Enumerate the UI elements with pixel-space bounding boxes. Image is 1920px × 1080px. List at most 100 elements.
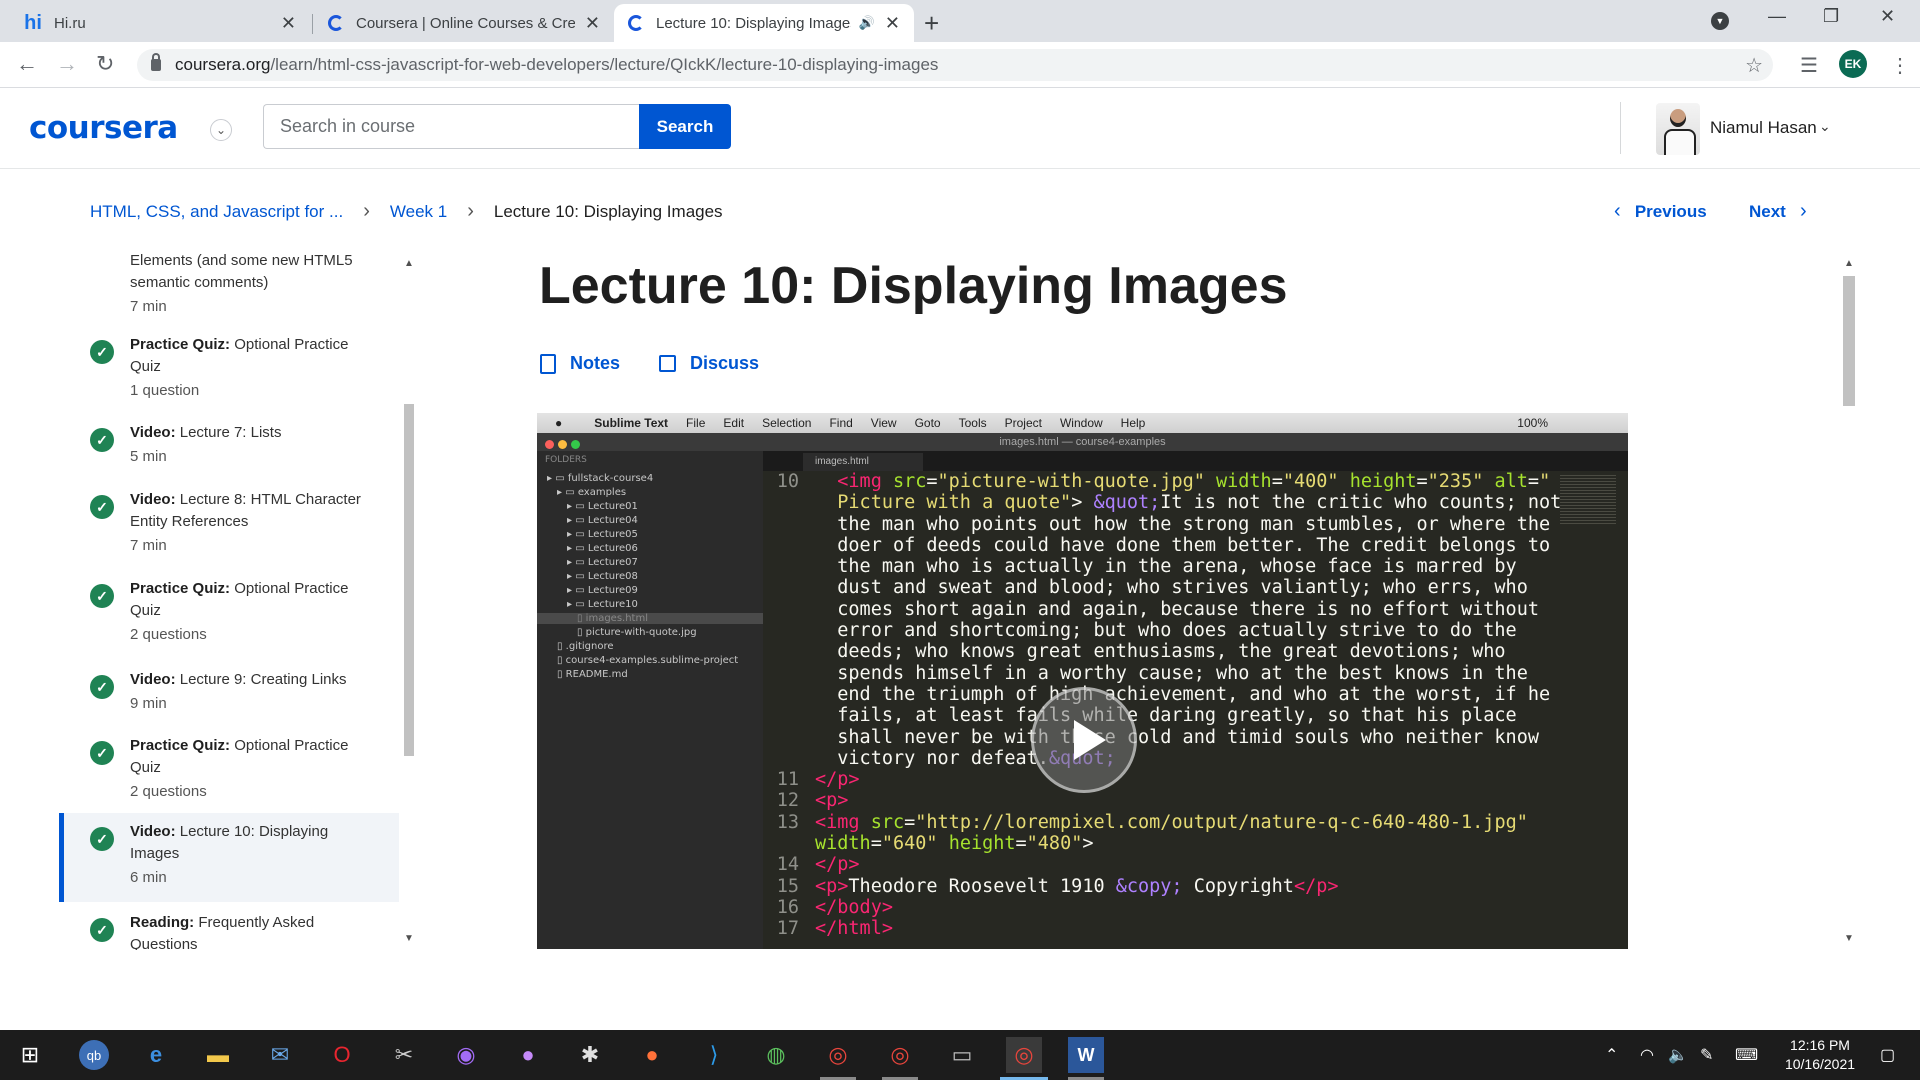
scrollbar-thumb[interactable] — [1843, 276, 1855, 406]
chrome-profile-icon[interactable]: ◎ — [882, 1037, 918, 1080]
pinwheel-app-icon[interactable]: ✱ — [572, 1037, 608, 1073]
close-icon[interactable]: ✕ — [885, 13, 900, 34]
discuss-label: Discuss — [690, 353, 760, 373]
vscode-icon[interactable]: ⟩ — [696, 1037, 732, 1073]
chevron-down-icon[interactable]: ⌄ — [1819, 118, 1831, 135]
sidebar-item[interactable]: ✓ Video: Lecture 8: HTML Character Entit… — [59, 487, 399, 563]
reload-icon[interactable]: ↻ — [96, 51, 114, 77]
tab-search-icon[interactable]: ▼ — [1711, 12, 1729, 30]
globe-app-icon[interactable]: ◍ — [758, 1037, 794, 1073]
tray-chevron-up-icon[interactable]: ⌃ — [1605, 1045, 1618, 1065]
sidebar-item[interactable]: ✓ Video: Lecture 7: Lists 5 min — [59, 420, 399, 474]
chrome-icon[interactable]: ◎ — [820, 1037, 856, 1080]
scrollbar-thumb[interactable] — [404, 404, 414, 756]
tree-folder: ▸ ▭ Lecture09 — [567, 585, 638, 596]
app-qb-icon[interactable]: qb — [76, 1037, 112, 1073]
pen-icon[interactable]: ✎ — [1700, 1045, 1713, 1065]
code-line: comes short again and again, because the… — [763, 599, 1628, 620]
discuss-button[interactable]: Discuss — [659, 353, 759, 374]
breadcrumb-week[interactable]: Week 1 — [390, 202, 447, 222]
taskbar-clock[interactable]: 12:16 PM 10/16/2021 — [1770, 1036, 1870, 1074]
new-tab-icon[interactable]: + — [924, 8, 939, 39]
scroll-down-icon[interactable]: ▼ — [1840, 933, 1858, 944]
previous-label: Previous — [1634, 201, 1707, 221]
browser-tab-coursera[interactable]: Coursera | Online Courses & Credentials … — [314, 4, 614, 42]
sidebar-item[interactable]: ✓ Practice Quiz: Optional Practice Quiz … — [59, 576, 399, 652]
address-bar[interactable]: coursera.org/learn/html-css-javascript-f… — [137, 49, 1773, 81]
back-icon[interactable]: ← — [16, 51, 38, 77]
snipping-tool-icon[interactable]: ✂ — [386, 1037, 422, 1073]
sidebar-item-type: Reading: — [130, 914, 195, 931]
chevron-right-icon: › — [467, 200, 474, 222]
coursera-icon — [628, 15, 644, 31]
sidebar-item[interactable]: Elements (and some new HTML5 semantic co… — [59, 250, 399, 320]
previous-button[interactable]: ‹ Previous — [1614, 200, 1707, 223]
browser-tab-lecture[interactable]: Lecture 10: Displaying Images 🔊 ✕ — [614, 4, 914, 42]
wifi-icon[interactable]: ◠ — [1640, 1045, 1654, 1065]
close-icon[interactable]: ✕ — [585, 13, 600, 34]
chevron-left-icon: ‹ — [1614, 200, 1621, 222]
check-icon: ✓ — [90, 495, 114, 519]
notifications-icon[interactable]: ▢ — [1880, 1045, 1895, 1065]
keyboard-icon[interactable]: ⌨ — [1735, 1045, 1758, 1065]
video-player[interactable]: ● Sublime Text File Edit Selection Find … — [537, 413, 1628, 949]
mail-icon[interactable]: ✉ — [262, 1037, 298, 1073]
bookmark-star-icon[interactable]: ☆ — [1745, 53, 1763, 78]
window-close-icon[interactable]: ✕ — [1880, 6, 1895, 27]
browser-tab-hi[interactable]: hi Hi.ru ✕ — [10, 4, 310, 42]
video-code-editor: images.html 10 <img src="picture-with-qu… — [763, 451, 1628, 949]
forward-icon[interactable]: → — [56, 51, 78, 77]
close-icon[interactable]: ✕ — [281, 13, 296, 34]
search-button[interactable]: Search — [639, 104, 731, 149]
user-name[interactable]: Niamul Hasan — [1710, 118, 1817, 138]
firefox-icon[interactable]: ● — [634, 1037, 670, 1073]
sidebar-item[interactable]: ✓ Practice Quiz: Optional Practice Quiz … — [59, 332, 399, 408]
sidebar-item[interactable]: ✓ Practice Quiz: Optional Practice Quiz … — [59, 733, 399, 809]
main-scrollbar[interactable]: ▲ ▼ — [1840, 256, 1858, 946]
notes-button[interactable]: Notes — [540, 353, 620, 374]
github-icon[interactable]: ● — [510, 1037, 546, 1073]
file-explorer-icon[interactable]: ▬ — [200, 1037, 236, 1073]
user-avatar[interactable] — [1656, 103, 1700, 155]
lock-icon[interactable] — [151, 53, 161, 71]
volume-icon[interactable]: 🔈 — [1668, 1045, 1688, 1065]
mac-menu-item: View — [870, 416, 897, 430]
code-text: <img src="picture-with-quote.jpg" width=… — [837, 471, 1551, 492]
next-button[interactable]: Next › — [1749, 200, 1807, 223]
coursera-logo[interactable]: coursera — [29, 110, 178, 146]
menu-kebab-icon[interactable]: ⋮ — [1890, 53, 1910, 78]
minimize-icon[interactable]: — — [1768, 6, 1786, 27]
reading-list-icon[interactable]: ☰ — [1800, 53, 1818, 78]
url-text[interactable]: coursera.org/learn/html-css-javascript-f… — [175, 55, 938, 75]
tree-folder: ▸ ▭ Lecture01 — [567, 501, 638, 512]
breadcrumb-course[interactable]: HTML, CSS, and Javascript for ... — [90, 202, 343, 222]
edge-icon[interactable]: e — [138, 1037, 174, 1073]
restore-icon[interactable]: ❐ — [1823, 6, 1839, 27]
profile-avatar[interactable]: EK — [1839, 50, 1867, 78]
terminal-icon[interactable]: ▭ — [944, 1037, 980, 1073]
chrome-active-icon[interactable]: ◎ — [1000, 1037, 1048, 1080]
check-icon: ✓ — [90, 675, 114, 699]
opera-icon[interactable]: O — [324, 1037, 360, 1073]
windows-start-icon[interactable]: ⊞ — [12, 1037, 48, 1073]
sidebar-item-text: Reading: Frequently Asked Questions — [130, 912, 380, 950]
sidebar-item-meta: 9 min — [130, 695, 167, 712]
scroll-down-icon[interactable]: ▼ — [402, 933, 416, 944]
chevron-down-icon[interactable]: ⌄ — [210, 119, 232, 141]
sidebar-item[interactable]: ✓ Reading: Frequently Asked Questions — [59, 910, 399, 950]
sidebar-item[interactable]: ✓ Video: Lecture 9: Creating Links 9 min — [59, 667, 399, 721]
speaker-icon[interactable]: 🔊 — [859, 15, 875, 31]
messenger-icon[interactable]: ◉ — [448, 1037, 484, 1073]
sidebar-item-text: Video: Lecture 8: HTML Character Entity … — [130, 489, 380, 557]
play-icon[interactable] — [1031, 687, 1137, 793]
code-line: shall never be with those cold and timid… — [763, 727, 1628, 748]
line-number: 11 — [776, 769, 799, 791]
word-icon[interactable]: W — [1068, 1037, 1104, 1080]
scroll-up-icon[interactable]: ▲ — [402, 258, 416, 269]
folders-header: FOLDERS — [545, 455, 587, 465]
search-input[interactable] — [263, 104, 639, 149]
editor-minimap — [1560, 475, 1616, 525]
sidebar-scrollbar[interactable]: ▲ ▼ — [402, 256, 416, 946]
sidebar-item-active[interactable]: ✓ Video: Lecture 10: Displaying Images 6… — [59, 813, 399, 902]
scroll-up-icon[interactable]: ▲ — [1840, 258, 1858, 269]
